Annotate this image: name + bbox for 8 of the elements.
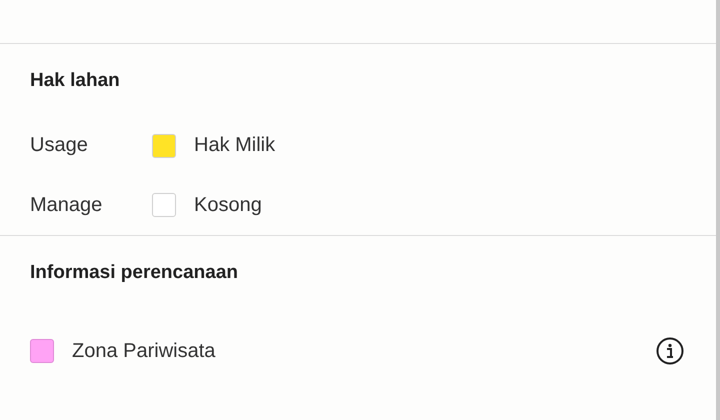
section-title: Hak lahan [30,70,121,92]
row-label: Usage [30,134,89,158]
info-icon[interactable] [656,337,684,365]
row-label: Manage [30,194,104,217]
row-value: Kosong [194,194,262,217]
zone-name: Zona Pariwisata [72,340,216,362]
section-title: Informasi perencanaan [30,262,240,284]
row-value: Hak Milik [194,134,276,158]
